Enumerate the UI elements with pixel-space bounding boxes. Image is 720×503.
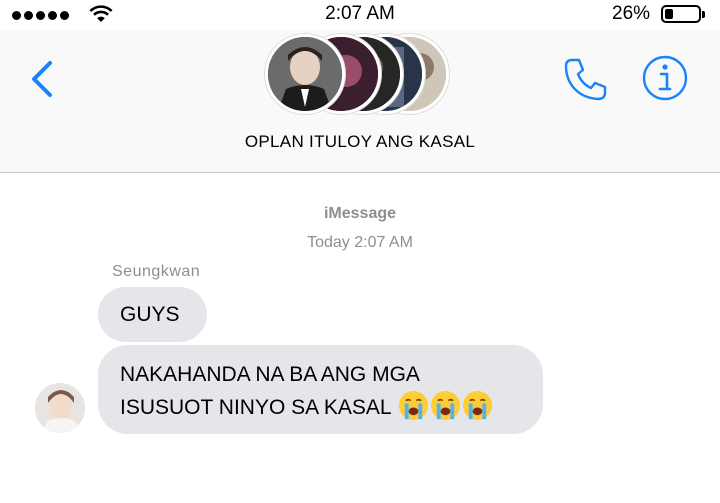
info-icon[interactable]: [641, 54, 689, 102]
crying-face-emoji: [398, 390, 428, 421]
sender-avatar[interactable]: [35, 383, 85, 433]
sender-name: Seungkwan: [112, 263, 201, 280]
phone-icon[interactable]: [560, 54, 610, 104]
battery-level: [665, 9, 673, 19]
message-text: NAKAHANDA NA BA ANG MGA: [120, 363, 420, 386]
message-bubble[interactable]: NAKAHANDA NA BA ANG MGA ISUSUOT NINYO SA…: [98, 345, 543, 434]
service-label: iMessage: [323, 205, 397, 222]
battery-icon: [661, 5, 701, 23]
status-bar: 2:07 AM 26%: [0, 0, 720, 30]
battery-cap: [702, 11, 705, 18]
group-name[interactable]: OPLAN ITULOY ANG KASAL: [0, 132, 720, 152]
message-text: GUYS: [120, 303, 180, 326]
battery-percent: 26%: [612, 3, 651, 24]
conversation-header: OPLAN ITULOY ANG KASAL: [0, 30, 720, 173]
group-avatars[interactable]: [265, 34, 455, 118]
message-text: ISUSUOT NINYO SA KASAL: [120, 396, 391, 419]
chevron-left-icon[interactable]: [24, 54, 64, 104]
crying-face-emoji: [430, 390, 460, 421]
message-timestamp: Today 2:07 AM: [307, 234, 413, 251]
member-avatar: [265, 34, 345, 114]
message-bubble[interactable]: GUYS: [98, 287, 207, 342]
crying-face-emoji: [462, 390, 492, 421]
